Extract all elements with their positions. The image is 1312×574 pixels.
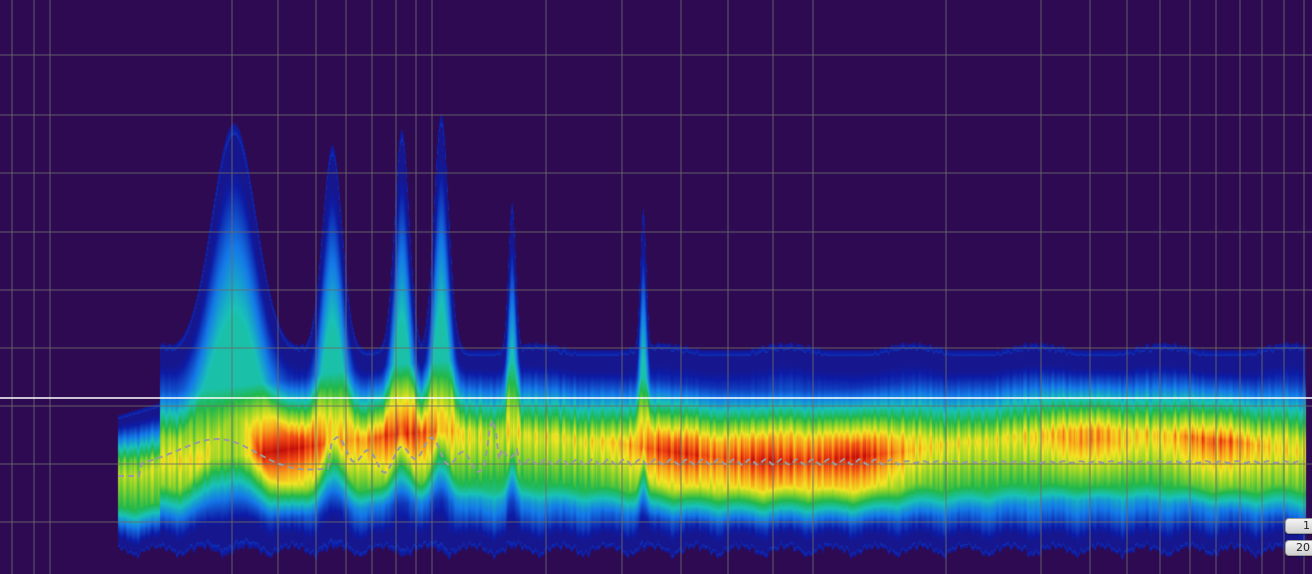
- level-marker-top[interactable]: 1: [1285, 518, 1312, 534]
- spectrogram-viewport[interactable]: 1 20: [0, 0, 1312, 574]
- reference-curve: [118, 417, 1304, 477]
- level-marker-bottom[interactable]: 20: [1285, 540, 1312, 556]
- horizontal-gridlines: [0, 54, 1312, 523]
- grid-overlay: [0, 0, 1312, 574]
- vertical-gridlines: [11, 0, 1305, 574]
